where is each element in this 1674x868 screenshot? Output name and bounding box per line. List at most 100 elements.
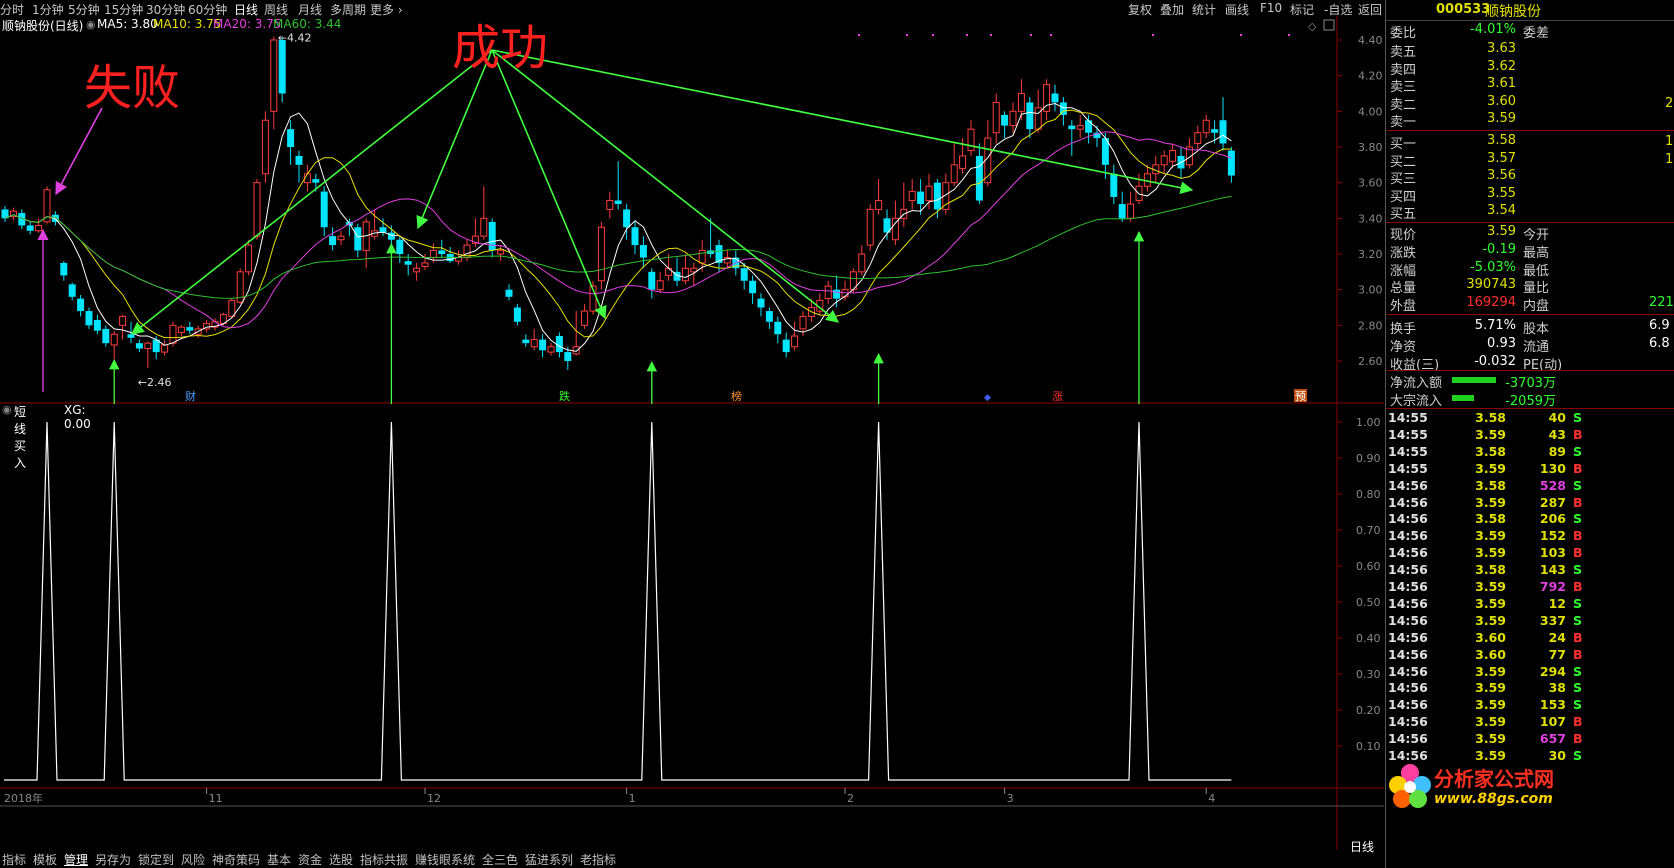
candle-body (329, 236, 337, 246)
bottom-tab-14[interactable]: 老指标 (580, 851, 616, 868)
candle-body (959, 155, 967, 169)
event-tag-0[interactable]: 财 (185, 389, 196, 403)
flow-bar (1452, 377, 1496, 383)
bottom-tab-0[interactable]: 指标 (2, 851, 26, 868)
event-tag-3[interactable]: 涨 (1052, 390, 1063, 403)
tick-price: 3.59 (1475, 545, 1506, 561)
diamond-icon[interactable]: ◇ (1308, 20, 1317, 33)
tick-row: 14:56 3.59 294 S (1386, 664, 1586, 682)
tick-side: S (1573, 595, 1583, 611)
stat-label2: 内盘 (1523, 299, 1550, 315)
candle-body (135, 343, 143, 349)
bottom-tab-12[interactable]: 全三色 (482, 851, 518, 868)
ask-price: 3.61 (1487, 76, 1516, 92)
tick-side: B (1573, 646, 1583, 662)
candle-body (791, 335, 799, 348)
bid-row[interactable]: 买四 3.55 (1386, 186, 1586, 205)
tick-price: 3.59 (1475, 579, 1506, 594)
candle-body (749, 280, 757, 294)
bottom-tab-4[interactable]: 锁定到 (138, 851, 174, 868)
period-indicator[interactable]: 日线 (1350, 838, 1374, 855)
weibi-value: -4.01% (1470, 22, 1516, 37)
event-tag-4[interactable]: 预 (1295, 390, 1306, 403)
candle-body (530, 339, 538, 348)
quote-panel: 000533 顺钠股份 委比 -4.01% 委差 卖五 3.63 卖四 3.62 卖三 3… (1385, 0, 1674, 868)
tick-row: 14:56 3.59 152 B (1386, 528, 1586, 546)
ask-row[interactable]: 卖一 3.59 (1386, 111, 1586, 130)
bid-row[interactable]: 买三 3.56 (1386, 168, 1586, 187)
bid-row[interactable]: 买二 3.57 (1386, 151, 1586, 170)
candle-body (497, 249, 505, 255)
fail-arrow (55, 107, 103, 196)
bottom-tab-5[interactable]: 风险 (181, 851, 205, 868)
candle-body (1227, 150, 1235, 176)
candle-body (665, 267, 673, 276)
tick-price: 3.58 (1475, 562, 1506, 578)
event-tag-1[interactable]: 跌 (559, 389, 570, 403)
stat-row: 外盘 169294 内盘 221 (1386, 295, 1674, 315)
candle-body (1017, 93, 1025, 112)
tick-volume: 24 (1548, 629, 1566, 645)
candle-body (85, 311, 93, 326)
bottom-tab-11[interactable]: 赚钱眼系统 (415, 851, 475, 868)
stat-label2: 今开 (1523, 228, 1550, 243)
tick-side: S (1573, 612, 1583, 628)
bottom-tab-8[interactable]: 资金 (298, 851, 322, 868)
candle-body (1211, 129, 1219, 133)
tick-divider (1386, 408, 1674, 409)
ind-ytick-label: 0.30 (1356, 668, 1381, 681)
event-tag-2[interactable]: 榜 (731, 389, 742, 403)
watermark-url: www.88gs.com (1434, 791, 1553, 807)
bottom-tab-10[interactable]: 指标共振 (360, 851, 408, 868)
ask-row[interactable]: 卖五 3.63 (1386, 41, 1586, 60)
candle-body (1068, 125, 1076, 130)
candle-body (513, 307, 521, 322)
candle-body (740, 268, 748, 281)
bottom-tab-2[interactable]: 管理 (64, 851, 88, 868)
flow-label: 净流入额 (1390, 376, 1443, 391)
main-ytick-label: 3.40 (1358, 212, 1383, 225)
candle-body (597, 226, 605, 282)
stat-label: 总量 (1390, 281, 1417, 297)
window-icon[interactable] (1323, 19, 1335, 31)
ask-row[interactable]: 卖二 3.60 (1386, 94, 1586, 113)
candle-body (1051, 93, 1059, 103)
candle-body (354, 227, 362, 251)
toolbar-action-4[interactable]: F10 (1260, 1, 1282, 15)
weibi-label: 委比 (1390, 26, 1417, 41)
event-tag-diamond-icon[interactable]: ◆ (984, 393, 991, 403)
bid-row[interactable]: 买一 3.58 (1386, 133, 1586, 152)
low-marker: ←2.46 (138, 376, 172, 389)
watermark-title: 分析家公式网 (1434, 767, 1554, 791)
bottom-tab-13[interactable]: 猛进系列 (525, 851, 573, 868)
bottom-tab-7[interactable]: 基本 (267, 851, 291, 868)
ind-ytick-label: 0.20 (1356, 704, 1381, 717)
candle-body (606, 200, 614, 210)
candle-body (144, 342, 152, 350)
ask-row[interactable]: 卖四 3.62 (1386, 59, 1586, 78)
bottom-tab-1[interactable]: 模板 (33, 851, 57, 868)
tick-time: 14:56 (1388, 629, 1428, 645)
ind-ytick-label: 0.90 (1356, 452, 1381, 465)
stat-label2: 最高 (1523, 245, 1550, 261)
tick-time: 14:56 (1388, 646, 1428, 662)
bid-row[interactable]: 买五 3.54 (1386, 203, 1586, 222)
success-arrow-0 (130, 49, 493, 335)
tick-time: 14:55 (1388, 460, 1428, 476)
marker-dot (932, 34, 934, 36)
ask-label: 卖四 (1390, 62, 1417, 78)
tick-time: 14:56 (1388, 663, 1428, 679)
stat-label2: 股本 (1523, 322, 1550, 337)
bottom-tab-9[interactable]: 选股 (329, 851, 353, 868)
bottom-tab-3[interactable]: 另存为 (95, 851, 131, 868)
bottom-tab-6[interactable]: 神奇策码 (212, 851, 260, 868)
tick-volume: 528 (1539, 477, 1566, 493)
candle-body (127, 334, 135, 338)
candle-body (917, 191, 925, 205)
candle-body (925, 185, 933, 202)
chart-canvas[interactable]: 4.40 4.20 4.00 3.80 3.60 3.40 3.20 3.00 2.80 2.60… (0, 16, 1384, 850)
ask-row[interactable]: 卖三 3.61 (1386, 76, 1586, 95)
main-ytick-label: 3.80 (1358, 141, 1383, 154)
tick-side: S (1573, 511, 1583, 527)
tick-row: 14:55 3.59 43 B (1386, 427, 1586, 445)
